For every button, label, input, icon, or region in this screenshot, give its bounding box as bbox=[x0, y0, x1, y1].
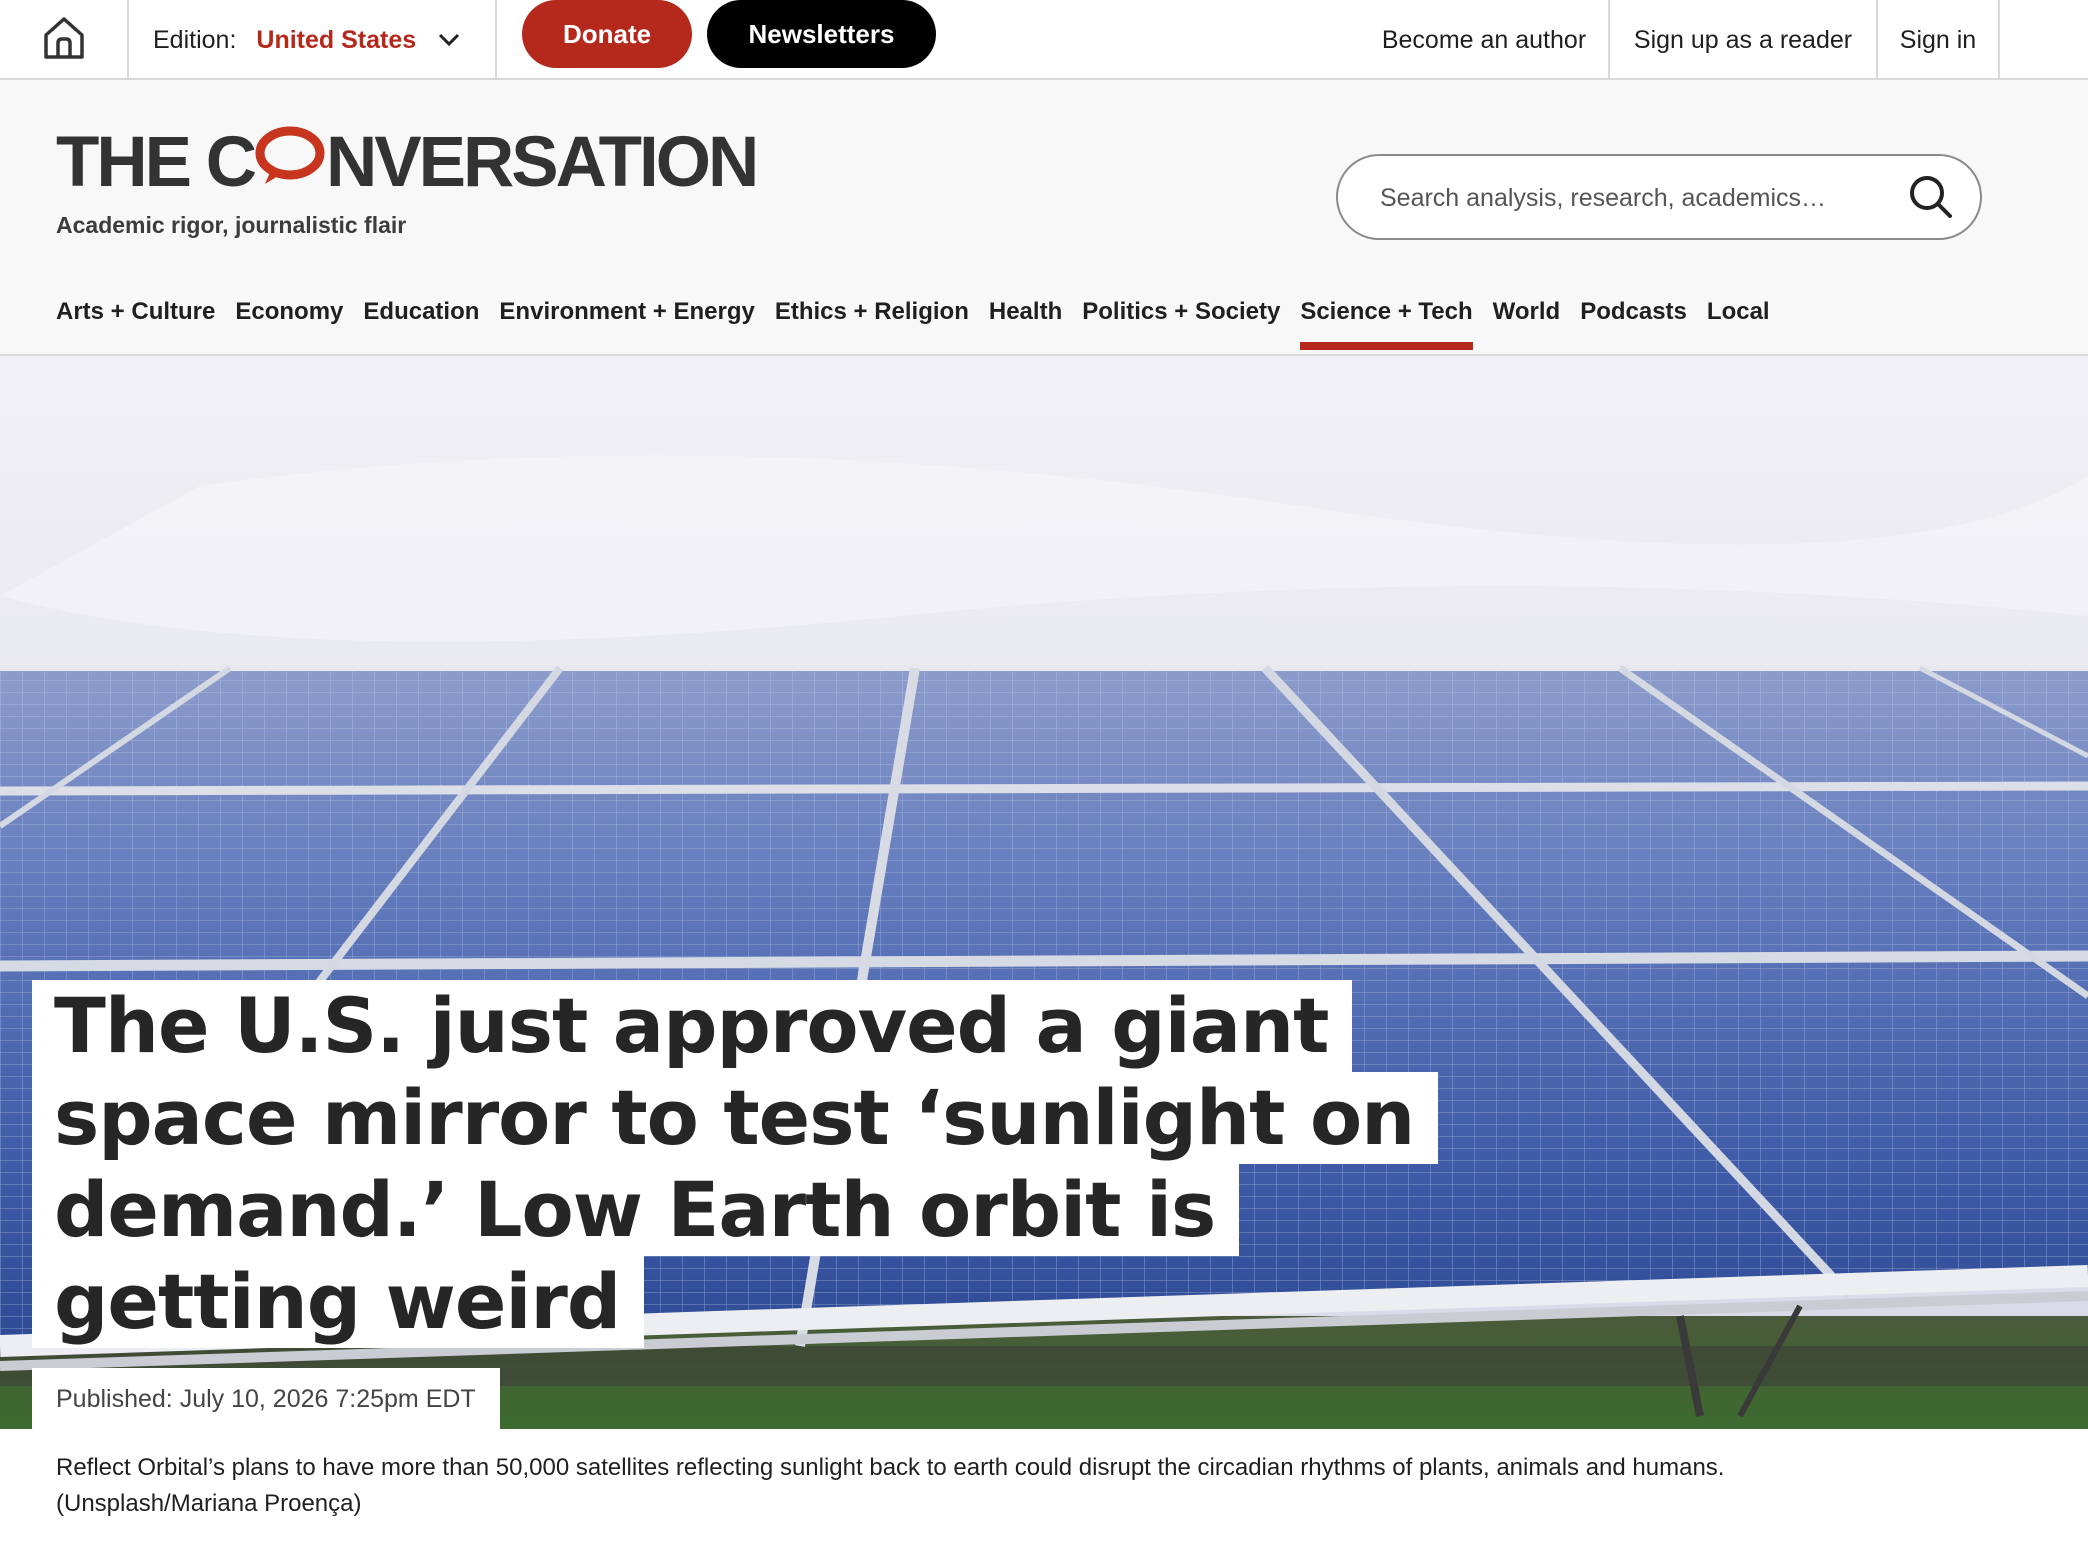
headline-line-2: space mirror to test ‘sunlight on bbox=[32, 1072, 1439, 1164]
newsletters-button[interactable]: Newsletters bbox=[707, 0, 936, 68]
edition-value: United States bbox=[256, 25, 417, 54]
site-logo[interactable]: THE C NVERSATION bbox=[56, 122, 759, 205]
section-nav: Arts + Culture Economy Education Environ… bbox=[56, 296, 1770, 354]
donate-button[interactable]: Donate bbox=[522, 0, 692, 68]
edition-label: Edition: bbox=[153, 25, 237, 54]
logo-text-suffix: NVERSATION bbox=[326, 122, 759, 202]
nav-item-science-tech[interactable]: Science + Tech bbox=[1300, 296, 1473, 350]
caption-credit: (Unsplash/Mariana Proença) bbox=[56, 1490, 362, 1517]
headline-line-1: The U.S. just approved a giant bbox=[32, 980, 1353, 1072]
sign-up-reader-link[interactable]: Sign up as a reader bbox=[1610, 0, 1878, 80]
nav-item-ethics-religion[interactable]: Ethics + Religion bbox=[775, 296, 969, 350]
published-date: Published: July 10, 2026 7:25pm EDT bbox=[32, 1368, 500, 1430]
nav-item-arts-culture[interactable]: Arts + Culture bbox=[56, 296, 215, 350]
caption-text: Reflect Orbital’s plans to have more tha… bbox=[56, 1454, 1725, 1481]
sign-in-link[interactable]: Sign in bbox=[1878, 0, 2000, 80]
nav-item-health[interactable]: Health bbox=[989, 296, 1062, 350]
speech-bubble-logo-icon bbox=[255, 124, 325, 205]
search-input[interactable] bbox=[1378, 156, 1902, 240]
nav-item-politics-society[interactable]: Politics + Society bbox=[1082, 296, 1280, 350]
chevron-down-icon bbox=[438, 33, 460, 47]
nav-item-education[interactable]: Education bbox=[363, 296, 479, 350]
image-caption: Reflect Orbital’s plans to have more tha… bbox=[56, 1450, 2016, 1522]
nav-item-world[interactable]: World bbox=[1493, 296, 1561, 350]
home-button[interactable] bbox=[0, 0, 129, 80]
nav-item-economy[interactable]: Economy bbox=[235, 296, 343, 350]
hero-image: The U.S. just approved a giant space mir… bbox=[0, 356, 2088, 1429]
become-author-link[interactable]: Become an author bbox=[1360, 0, 1610, 80]
article-headline: The U.S. just approved a giant space mir… bbox=[32, 980, 1439, 1348]
site-tagline: Academic rigor, journalistic flair bbox=[56, 212, 407, 238]
search-icon[interactable] bbox=[1908, 174, 1954, 225]
nav-item-environment-energy[interactable]: Environment + Energy bbox=[499, 296, 754, 350]
masthead: THE C NVERSATION Academic rigor, journal… bbox=[0, 80, 2088, 356]
nav-item-local[interactable]: Local bbox=[1707, 296, 1770, 350]
nav-item-podcasts[interactable]: Podcasts bbox=[1580, 296, 1687, 350]
headline-line-4: getting weird bbox=[32, 1256, 645, 1348]
home-icon bbox=[42, 15, 86, 66]
logo-text-prefix: THE C bbox=[56, 122, 257, 202]
edition-selector[interactable]: Edition: United States bbox=[129, 0, 497, 80]
search-box bbox=[1336, 154, 1982, 240]
top-utility-bar: Edition: United States Donate Newsletter… bbox=[0, 0, 2088, 80]
headline-line-3: demand.’ Low Earth orbit is bbox=[32, 1164, 1240, 1256]
